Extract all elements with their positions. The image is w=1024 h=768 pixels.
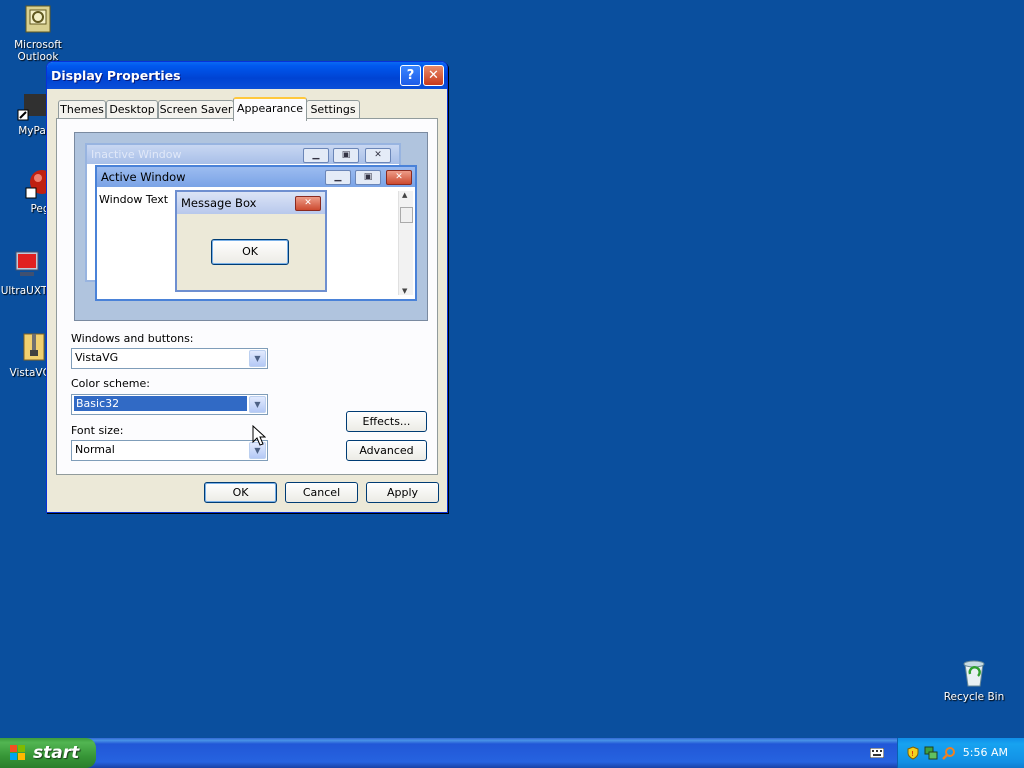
tab-screen-saver[interactable]: Screen Saver xyxy=(158,100,234,119)
mypa-icon xyxy=(16,90,48,122)
zip-file-icon xyxy=(16,332,48,364)
chevron-down-icon[interactable]: ▼ xyxy=(249,350,266,367)
color-scheme-value: Basic32 xyxy=(74,396,247,411)
ultrauxt-icon xyxy=(8,250,40,282)
security-shield-icon[interactable]: ! xyxy=(906,746,920,760)
ok-button[interactable]: OK xyxy=(204,482,277,503)
recycle-bin-icon xyxy=(958,656,990,688)
tab-desktop[interactable]: Desktop xyxy=(106,100,158,119)
tab-settings[interactable]: Settings xyxy=(306,100,360,119)
preview-window-text: Window Text xyxy=(99,193,169,206)
close-icon: ✕ xyxy=(295,196,321,211)
windows-and-buttons-select[interactable]: VistaVG ▼ xyxy=(71,348,268,369)
scroll-down-icon: ▼ xyxy=(402,287,408,295)
color-scheme-label: Color scheme: xyxy=(71,377,150,390)
keyboard-icon[interactable] xyxy=(870,748,884,758)
windows-and-buttons-value: VistaVG xyxy=(75,351,119,364)
search-icon[interactable] xyxy=(942,746,956,760)
maximize-icon: ▣ xyxy=(333,148,359,163)
window-body: Themes Desktop Screen Saver Appearance S… xyxy=(50,89,444,512)
desktop-icon-label: Microsoft Outlook xyxy=(14,39,62,63)
apply-button[interactable]: Apply xyxy=(366,482,439,503)
start-label: start xyxy=(33,743,80,763)
chevron-down-icon[interactable]: ▼ xyxy=(249,396,266,413)
tab-appearance[interactable]: Appearance xyxy=(233,97,307,121)
advanced-button[interactable]: Advanced xyxy=(346,440,427,461)
appearance-preview: Inactive Window ▁ ▣ ✕ Active Window ▁ ▣ … xyxy=(74,132,428,321)
start-button[interactable]: start xyxy=(0,738,96,768)
desktop-icon-label: UltraUXT xyxy=(0,285,48,297)
outlook-icon xyxy=(22,4,54,36)
windows-and-buttons-label: Windows and buttons: xyxy=(71,332,194,345)
windows-logo-icon xyxy=(10,745,25,760)
window-title: Display Properties xyxy=(51,68,181,83)
preview-ok-button: OK xyxy=(211,239,289,265)
maximize-icon: ▣ xyxy=(355,170,381,185)
desktop-icon-label: Recycle Bin xyxy=(943,691,1005,703)
effects-button[interactable]: Effects... xyxy=(346,411,427,432)
network-icon[interactable] xyxy=(924,746,938,760)
help-button[interactable]: ? xyxy=(400,65,421,86)
close-icon: ✕ xyxy=(365,148,391,163)
font-size-value: Normal xyxy=(75,443,115,456)
desktop-icon-recycle-bin[interactable]: Recycle Bin xyxy=(936,656,1012,703)
system-tray: ! 5:56 AM xyxy=(897,738,1024,768)
display-properties-window: Display Properties ? ✕ Themes Desktop Sc… xyxy=(46,61,448,513)
font-size-label: Font size: xyxy=(71,424,124,437)
tab-themes[interactable]: Themes xyxy=(58,100,106,119)
preview-scrollbar: ▲ ▼ xyxy=(398,191,413,295)
color-scheme-select[interactable]: Basic32 ▼ xyxy=(71,394,268,415)
svg-text:!: ! xyxy=(911,750,914,758)
appearance-panel: Inactive Window ▁ ▣ ✕ Active Window ▁ ▣ … xyxy=(56,118,438,475)
desktop-icon-label: MyPa xyxy=(18,125,46,137)
cancel-button[interactable]: Cancel xyxy=(285,482,358,503)
close-icon: ✕ xyxy=(386,170,412,185)
close-button[interactable]: ✕ xyxy=(423,65,444,86)
window-titlebar[interactable]: Display Properties ? ✕ xyxy=(47,62,447,89)
desktop-icon-outlook[interactable]: Microsoft Outlook xyxy=(0,4,76,63)
preview-message-box: Message Box ✕ OK xyxy=(175,190,327,292)
minimize-icon: ▁ xyxy=(303,148,329,163)
taskbar: start ! 5:56 AM xyxy=(0,738,1024,768)
minimize-icon: ▁ xyxy=(325,170,351,185)
mouse-cursor-icon xyxy=(252,425,266,446)
clock: 5:56 AM xyxy=(962,746,1008,759)
scroll-up-icon: ▲ xyxy=(402,191,408,199)
font-size-select[interactable]: Normal ▼ xyxy=(71,440,268,461)
scroll-thumb xyxy=(400,207,413,223)
